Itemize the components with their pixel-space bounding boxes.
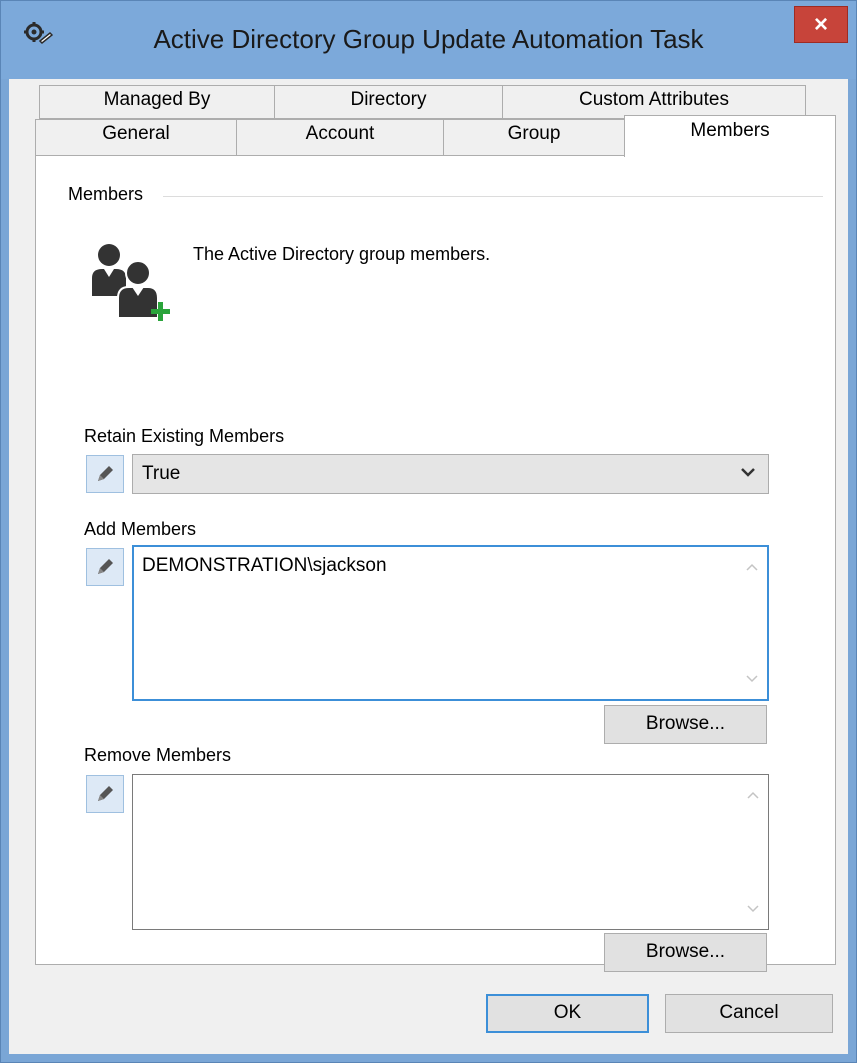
pencil-icon [98,786,113,801]
retain-members-select[interactable]: True [132,454,769,494]
ok-button[interactable]: OK [486,994,649,1033]
tab-label: General [102,123,170,144]
scroll-down-icon[interactable] [746,673,758,685]
add-browse-button[interactable]: Browse... [604,705,767,744]
retain-members-label: Retain Existing Members [84,426,285,446]
tab-managed-by[interactable]: Managed By [39,85,275,119]
users-add-icon [92,244,170,321]
settings-gear-icon [24,22,53,45]
add-members-value: DEMONSTRATION\sjackson [142,555,387,576]
tab-label: Managed By [103,89,211,110]
tab-members[interactable]: Members [624,115,836,157]
tab-label: Custom Attributes [579,89,729,110]
close-button[interactable]: × [794,6,848,43]
tab-account[interactable]: Account [236,119,444,156]
pencil-icon [98,559,113,574]
tab-label: Members [690,120,770,141]
scroll-down-icon[interactable] [747,903,759,915]
pencil-icon [98,466,113,481]
add-edit-button[interactable] [86,548,124,586]
remove-browse-button[interactable]: Browse... [604,933,767,972]
retain-members-value: True [142,463,181,484]
tab-group[interactable]: Group [443,119,625,156]
group-divider [163,196,823,197]
members-description: The Active Directory group members. [193,244,491,264]
scroll-up-icon[interactable] [746,561,758,573]
tab-label: Directory [350,89,427,110]
dialog-window: Active Directory Group Update Automation… [0,0,857,1063]
remove-members-textarea[interactable] [132,774,769,930]
chevron-down-icon [741,468,755,477]
add-members-textarea[interactable]: DEMONSTRATION\sjackson [132,545,769,701]
remove-members-scrollbar[interactable] [738,775,768,929]
tab-label: Group [507,123,561,144]
remove-members-label: Remove Members [84,745,232,765]
cancel-button[interactable]: Cancel [665,994,833,1033]
close-icon: × [813,10,828,38]
tab-general[interactable]: General [35,119,237,156]
add-members-label: Add Members [84,519,197,539]
scroll-up-icon[interactable] [747,789,759,801]
group-title: Members [68,184,144,204]
window-title: Active Directory Group Update Automation… [153,24,704,54]
add-members-scrollbar[interactable] [737,547,767,699]
dialog-client-area: Managed By Directory Custom Attributes G… [9,79,848,1054]
title-bar[interactable]: Active Directory Group Update Automation… [1,1,856,79]
tab-custom-attributes[interactable]: Custom Attributes [502,85,806,119]
tab-panel-members: Members The Active Directory group membe… [35,155,836,972]
retain-edit-button[interactable] [86,455,124,493]
tab-label: Account [305,123,375,144]
tab-directory[interactable]: Directory [274,85,503,119]
remove-edit-button[interactable] [86,775,124,813]
